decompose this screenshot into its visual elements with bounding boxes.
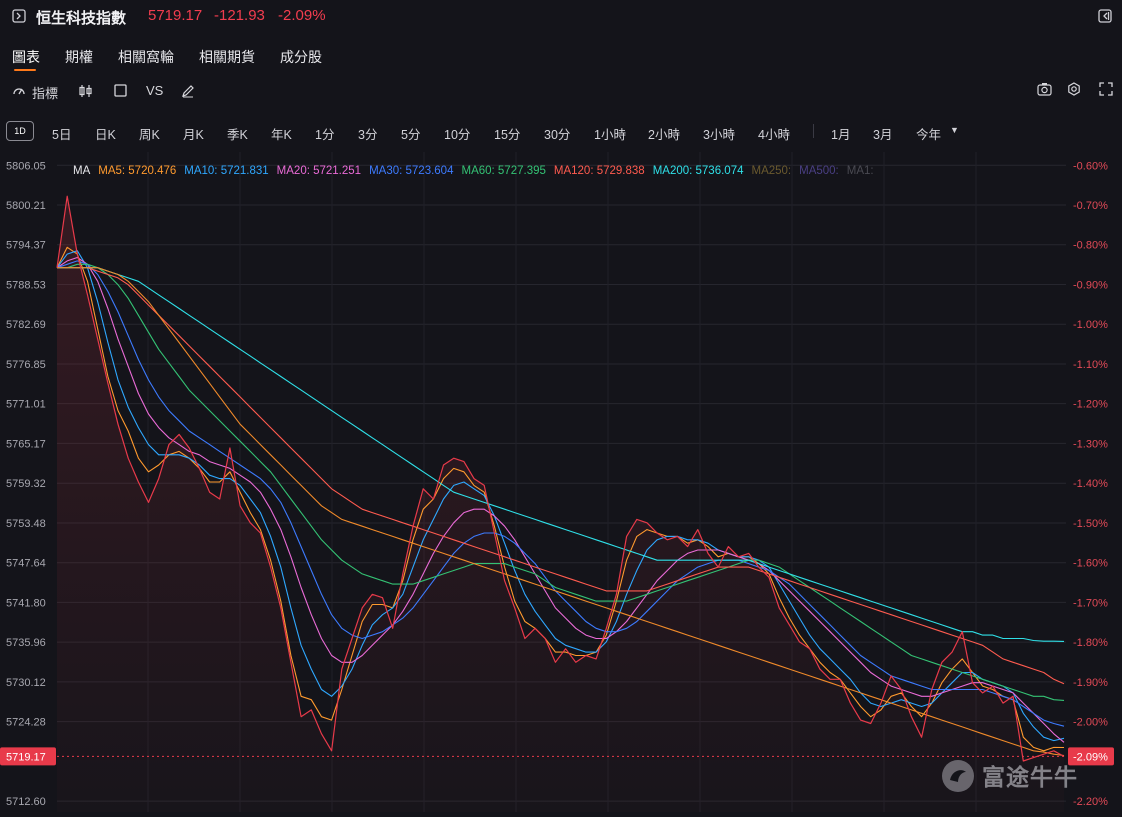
tab-options[interactable]: 期權 (65, 47, 93, 67)
y-tick-label-right: -0.80% (1073, 240, 1108, 252)
ma-legend-item[interactable]: MA10: 5721.831 (184, 165, 268, 177)
indicators-button[interactable]: 指標 (32, 83, 58, 102)
y-tick-label-right: -1.80% (1073, 637, 1108, 649)
y-tick-label-left: 5771.01 (6, 399, 46, 411)
y-tick-label-right: -1.30% (1073, 438, 1108, 450)
period-1min[interactable]: 1分 (315, 124, 334, 143)
y-tick-label-left: 5782.69 (6, 319, 46, 331)
y-tick-label-left: 5800.21 (6, 200, 46, 212)
fullscreen-icon[interactable] (1099, 82, 1113, 99)
y-axis-right: -0.60% -0.70% -0.80% -0.90% -1.00% -1.10% -1.2… (1073, 160, 1108, 808)
ma-legend: MA MA5: 5720.476 MA10: 5721.831 MA20: 5721.… (73, 165, 874, 177)
square-icon[interactable] (114, 84, 127, 100)
y-tick-label-right: -0.90% (1073, 279, 1108, 291)
y-tick-label-right: -1.10% (1073, 359, 1108, 371)
tab-chart[interactable]: 圖表 (12, 47, 40, 67)
y-tick-label-left: 5724.28 (6, 717, 46, 729)
period-quarterly[interactable]: 季K (227, 124, 248, 143)
period-2hour[interactable]: 2小時 (648, 124, 680, 143)
y-axis-left: 5806.05 5800.21 5794.37 5788.53 5782.69 5776.… (6, 160, 46, 808)
index-change-percent: -2.09% (278, 7, 326, 24)
last-percent-label: -2.09% (1073, 751, 1108, 763)
period-3hour[interactable]: 3小時 (703, 124, 735, 143)
y-tick-label-left: 5759.32 (6, 478, 46, 490)
y-tick-label-right: -1.00% (1073, 319, 1108, 331)
y-tick-label-left: 5712.60 (6, 796, 46, 808)
y-tick-label-left: 5730.12 (6, 677, 46, 689)
period-daily[interactable]: 日K (95, 124, 116, 143)
y-tick-label-right: -2.20% (1073, 796, 1108, 808)
tab-futures[interactable]: 相關期貨 (199, 47, 255, 67)
period-3month[interactable]: 3月 (873, 124, 892, 143)
period-30min[interactable]: 30分 (544, 124, 570, 143)
y-tick-label-right: -1.60% (1073, 558, 1108, 570)
period-4hour[interactable]: 4小時 (758, 124, 790, 143)
camera-icon[interactable] (1037, 82, 1052, 99)
y-tick-label-left: 5747.64 (6, 558, 46, 570)
y-tick-label-left: 5765.17 (6, 438, 46, 450)
tab-constituents[interactable]: 成分股 (280, 47, 322, 67)
period-yearly[interactable]: 年K (271, 124, 292, 143)
compare-vs-button[interactable]: VS (146, 83, 163, 98)
period-15min[interactable]: 15分 (494, 124, 520, 143)
ma-legend-item[interactable]: MA60: 5727.395 (461, 165, 545, 177)
index-title: 恒生科技指數 (36, 10, 127, 27)
y-tick-label-left: 5735.96 (6, 637, 46, 649)
expand-panel-icon[interactable] (12, 9, 26, 26)
last-price-label: 5719.17 (6, 751, 46, 763)
y-tick-label-right: -1.70% (1073, 597, 1108, 609)
chart-canvas[interactable]: MA MA5: 5720.476 MA10: 5721.831 MA20: 5721.… (0, 152, 1122, 812)
y-tick-label-right: -1.20% (1073, 399, 1108, 411)
period-1d-button[interactable]: 1D (6, 121, 34, 141)
period-3min[interactable]: 3分 (358, 124, 377, 143)
y-tick-label-left: 5753.48 (6, 518, 46, 530)
ma-legend-item[interactable]: MA200: 5736.074 (653, 165, 744, 177)
price-chart[interactable]: MA MA5: 5720.476 MA10: 5721.831 MA20: 5721.… (0, 152, 1122, 812)
tab-bar: 圖表 期權 相關窩輪 相關期貨 成分股 (0, 40, 1122, 74)
futubull-logo-icon (942, 760, 974, 792)
tab-warrants[interactable]: 相關窩輪 (118, 47, 174, 67)
collapse-panel-icon[interactable] (1098, 9, 1112, 26)
period-divider (813, 124, 814, 138)
index-change: -121.93 (214, 7, 265, 24)
y-tick-label-left: 5741.80 (6, 597, 46, 609)
y-tick-label-right: -0.70% (1073, 200, 1108, 212)
period-10min[interactable]: 10分 (444, 124, 470, 143)
period-1hour[interactable]: 1小時 (594, 124, 626, 143)
indicator-icon[interactable] (12, 84, 26, 101)
period-1month[interactable]: 1月 (831, 124, 850, 143)
ma-legend-item[interactable]: MA30: 5723.604 (369, 165, 454, 177)
period-5d[interactable]: 5日 (52, 124, 71, 143)
y-tick-label-left: 5794.37 (6, 240, 46, 252)
title-bar: 恒生科技指數 5719.17 -121.93 -2.09% (0, 0, 1122, 34)
ma-legend-item[interactable]: MA120: 5729.838 (554, 165, 645, 177)
ma-legend-item[interactable]: MA5: 5720.476 (98, 165, 176, 177)
y-tick-label-left: 5806.05 (6, 160, 46, 172)
draw-pen-icon[interactable] (181, 84, 195, 101)
chevron-down-icon[interactable]: ▼ (950, 125, 959, 135)
settings-icon[interactable] (1067, 82, 1081, 99)
ma-legend-item[interactable]: MA250: (751, 165, 791, 177)
y-tick-label-right: -1.50% (1073, 518, 1108, 530)
y-tick-label-right: -1.90% (1073, 677, 1108, 689)
index-price: 5719.17 (148, 7, 203, 24)
ma-legend-item[interactable]: MA1: (847, 165, 874, 177)
candlestick-icon[interactable] (78, 84, 94, 101)
ma-legend-item[interactable]: MA (73, 165, 91, 177)
period-weekly[interactable]: 周K (139, 124, 160, 143)
y-tick-label-left: 5776.85 (6, 359, 46, 371)
ma-legend-item[interactable]: MA20: 5721.251 (277, 165, 361, 177)
chart-toolbar: 指標 VS (0, 80, 1122, 104)
y-tick-label-right: -1.40% (1073, 478, 1108, 490)
period-selector: 1D 5日 日K 周K 月K 季K 年K 1分 3分 5分 10分 15分 30… (0, 118, 1122, 144)
period-monthly[interactable]: 月K (183, 124, 204, 143)
active-tab-indicator (14, 69, 36, 71)
y-tick-label-right: -2.00% (1073, 717, 1108, 729)
y-tick-label-left: 5788.53 (6, 279, 46, 291)
watermark-text: 富途牛牛 (982, 764, 1078, 790)
period-ytd[interactable]: 今年 (916, 124, 941, 143)
y-tick-label-right: -0.60% (1073, 160, 1108, 172)
period-5min[interactable]: 5分 (401, 124, 420, 143)
ma-legend-item[interactable]: MA500: (799, 165, 839, 177)
